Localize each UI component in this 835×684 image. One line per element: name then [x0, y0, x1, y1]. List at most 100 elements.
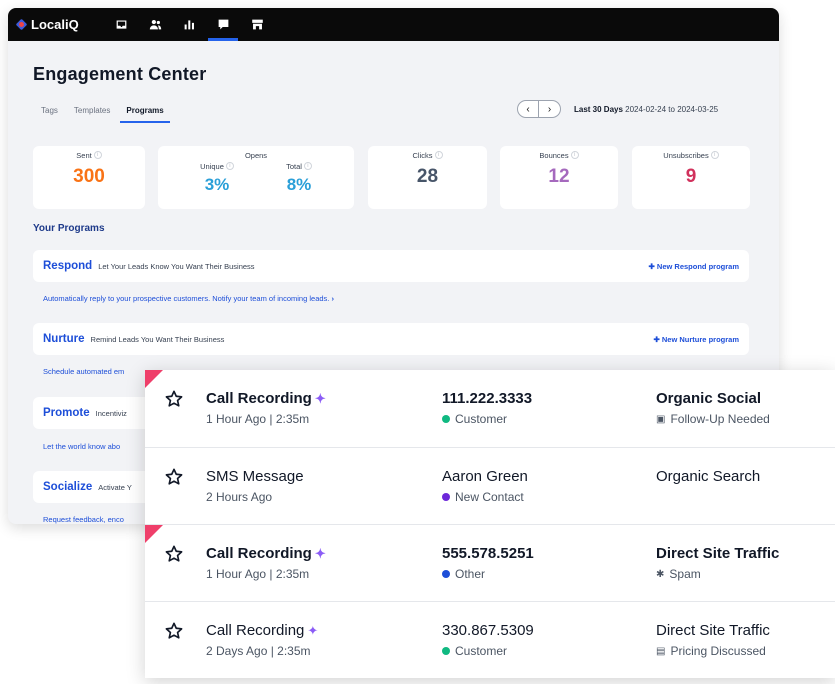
program-description: Automatically reply to your prospective … [43, 294, 330, 303]
stat-sublabel: Total [286, 162, 302, 171]
activity-title: Call Recording [206, 545, 312, 562]
program-description-link[interactable]: Request feedback, enco [43, 515, 124, 524]
ai-sparkle-icon: ✦ [307, 623, 319, 638]
program-description-link[interactable]: Let the world know abo [43, 442, 120, 451]
tab-templates[interactable]: Templates [74, 106, 110, 123]
lead-source: Organic Search [656, 468, 761, 485]
star-icon[interactable] [164, 389, 184, 409]
unread-flag [145, 370, 163, 388]
call-activity-list: Call Recording ✦ 1 Hour Ago | 2:35m 111.2… [145, 370, 835, 678]
ai-sparkle-icon: ✦ [314, 546, 326, 561]
program-name: Socialize [43, 481, 93, 493]
program-name: Promote [43, 407, 90, 419]
stat-label: Bounces [539, 151, 569, 160]
new-respond-program-button[interactable]: ✚ New Respond program [649, 262, 739, 271]
new-nurture-program-button[interactable]: ✚ New Nurture program [654, 335, 740, 344]
contact-type-dot [442, 415, 450, 423]
stat-value-unsubscribes: 9 [685, 166, 697, 187]
program-tagline: Let Your Leads Know You Want Their Busin… [98, 261, 255, 271]
program-tagline: Remind Leads You Want Their Business [90, 334, 225, 344]
program-card-nurture[interactable]: Nurture Remind Leads You Want Their Busi… [33, 323, 749, 355]
stat-card-bounces: Bounces i 12 [500, 146, 618, 209]
contact-name[interactable]: 111.222.3333 [442, 390, 532, 407]
activity-time: 1 Hour Ago | 2:35m [206, 567, 310, 581]
contact-type: New Contact [455, 490, 524, 504]
star-icon[interactable] [164, 467, 184, 487]
lead-source: Direct Site Traffic [656, 545, 780, 562]
activity-time: 2 Days Ago | 2:35m [206, 644, 311, 658]
reports-icon[interactable] [172, 8, 206, 41]
top-navigation-bar: LocaliQ [8, 8, 779, 41]
info-icon[interactable]: i [303, 162, 312, 170]
stat-card-sent: Sent i 300 [33, 146, 145, 209]
program-tagline: Activate Y [98, 482, 132, 492]
contact-type-dot [442, 570, 450, 578]
unread-flag [145, 525, 163, 543]
call-list-row[interactable]: Call Recording ✦ 1 Hour Ago | 2:35m 555.5… [145, 524, 835, 600]
stat-label: Clicks [412, 151, 433, 160]
inbox-icon[interactable] [104, 8, 138, 41]
tab-tags[interactable]: Tags [41, 106, 58, 123]
star-icon[interactable] [164, 544, 184, 564]
info-icon[interactable]: i [93, 151, 102, 159]
stat-value-sent: 300 [73, 166, 105, 187]
stat-card-clicks: Clicks i 28 [368, 146, 487, 209]
contact-name[interactable]: Aaron Green [442, 468, 528, 485]
stat-card-unsubscribes: Unsubscribes i 9 [632, 146, 750, 209]
plus-icon: ✚ [648, 261, 655, 271]
engagement-icon[interactable] [206, 8, 240, 41]
date-range-dates: 2024-02-24 to 2024-03-25 [625, 105, 719, 114]
stat-value-total-opens: 8% [286, 175, 312, 194]
program-tagline: Incentiviz [95, 408, 127, 418]
stat-value-clicks: 28 [416, 166, 439, 187]
contact-type-dot [442, 493, 450, 501]
program-card-respond[interactable]: Respond Let Your Leads Know You Want The… [33, 250, 749, 282]
info-icon[interactable]: i [710, 151, 719, 159]
program-description-link[interactable]: Schedule automated em [43, 367, 124, 376]
spam-bug-icon: ✱ [656, 568, 665, 580]
stat-card-opens: Opens Unique i 3% Total i 8% [158, 146, 354, 209]
date-range-label[interactable]: Last 30 Days 2024-02-24 to 2024-03-25 [574, 105, 718, 114]
contacts-icon[interactable] [138, 8, 172, 41]
stat-label: Sent [76, 151, 92, 160]
document-icon: ▤ [656, 645, 666, 657]
store-icon[interactable] [240, 8, 274, 41]
new-program-label: New Nurture program [661, 334, 739, 344]
info-icon[interactable]: i [434, 151, 443, 159]
programs-section-title: Your Programs [33, 223, 105, 234]
info-icon[interactable]: i [570, 151, 579, 159]
program-name: Respond [43, 260, 93, 272]
stat-sublabel: Unique [200, 162, 224, 171]
localiq-logo-icon [16, 19, 27, 30]
lead-source: Organic Social [656, 390, 762, 407]
contact-name[interactable]: 555.578.5251 [442, 545, 534, 562]
opens-total: Total i 8% [286, 160, 312, 195]
page-title: Engagement Center [33, 64, 207, 84]
lead-source: Direct Site Traffic [656, 622, 770, 639]
contact-type: Customer [455, 644, 508, 658]
tab-bar: Tags Templates Programs [41, 106, 186, 123]
contact-name[interactable]: 330.867.5309 [442, 622, 534, 639]
activity-time: 1 Hour Ago | 2:35m [206, 412, 310, 426]
activity-title: Call Recording [206, 390, 312, 407]
source-tag: Follow-Up Needed [670, 412, 770, 426]
plus-icon: ✚ [653, 334, 660, 344]
call-list-row[interactable]: Call Recording ✦ 2 Days Ago | 2:35m 330.8… [145, 601, 835, 677]
next-period-button[interactable]: › [539, 100, 561, 118]
previous-period-button[interactable]: ‹ [517, 100, 539, 118]
call-list-row[interactable]: Call Recording ✦ 1 Hour Ago | 2:35m 111.2… [145, 370, 835, 446]
call-list-row[interactable]: SMS Message 2 Hours Ago Aaron Green New … [145, 447, 835, 523]
activity-time: 2 Hours Ago [206, 490, 273, 504]
tab-programs[interactable]: Programs [120, 106, 170, 123]
stat-value-unique-opens: 3% [204, 175, 230, 194]
stat-label: Unsubscribes [663, 151, 709, 160]
info-icon[interactable]: i [225, 162, 234, 170]
contact-type-dot [442, 647, 450, 655]
stat-label: Opens [244, 151, 268, 160]
star-icon[interactable] [164, 621, 184, 641]
app-logo[interactable]: LocaliQ [16, 17, 104, 32]
app-name: LocaliQ [31, 17, 79, 32]
opens-unique: Unique i 3% [200, 160, 234, 195]
chat-flag-icon: ▣ [656, 413, 666, 425]
program-description-link[interactable]: Automatically reply to your prospective … [43, 294, 334, 303]
